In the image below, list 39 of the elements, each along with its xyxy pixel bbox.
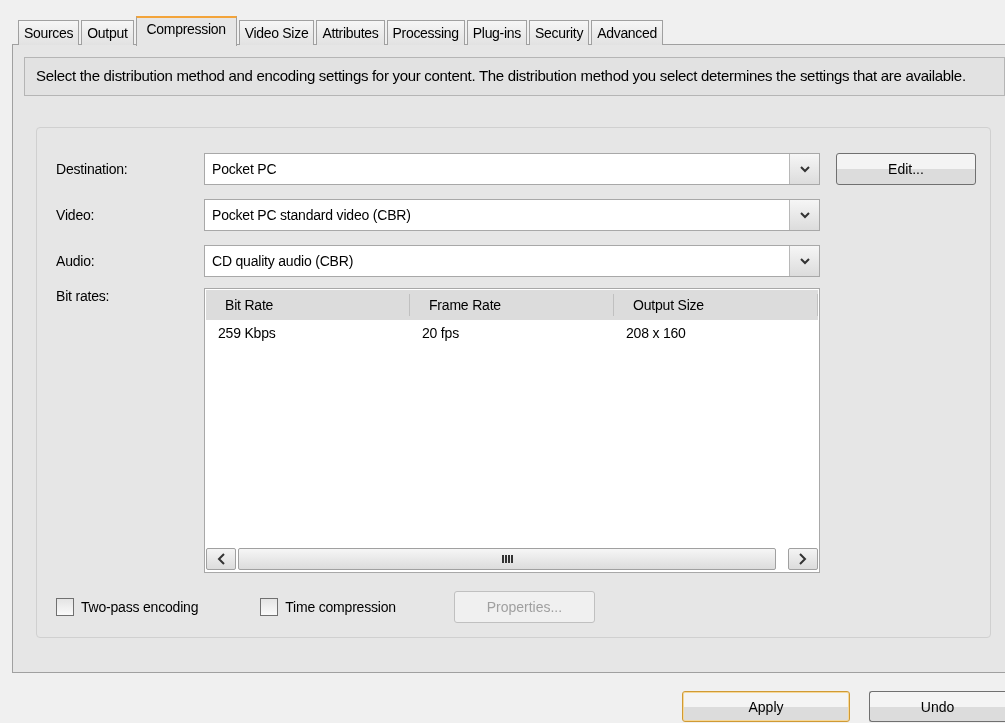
chevron-down-icon <box>798 165 811 173</box>
chevron-right-icon <box>798 552 808 566</box>
dropdown[interactable]: CD quality audio (CBR) <box>204 245 820 277</box>
tab[interactable]: Output <box>81 20 134 45</box>
grip-icon <box>501 554 513 564</box>
column-header[interactable]: Bit Rate <box>206 294 410 316</box>
dropdown[interactable]: Pocket PC <box>204 153 820 185</box>
field-label: Audio: <box>56 253 96 269</box>
tab[interactable]: Plug-ins <box>466 20 527 45</box>
field-label: Destination: <box>56 161 129 177</box>
checkbox-label[interactable]: Two-pass encoding <box>81 599 199 615</box>
checkbox-label[interactable]: Time compression <box>285 599 396 615</box>
chevron-down-icon <box>798 211 811 219</box>
description-text: Select the distribution method and encoding settings for your content. The distribution method you select determines the settings that are available. <box>24 57 1005 96</box>
tab[interactable]: Attributes <box>316 20 385 45</box>
dialog-button[interactable]: Apply <box>682 691 850 722</box>
table-cell-text: 208 x 160 <box>625 325 687 341</box>
tab[interactable]: Advanced <box>591 20 664 45</box>
tab[interactable]: Security <box>528 20 590 45</box>
checkbox[interactable] <box>56 598 74 616</box>
tab[interactable]: Sources <box>18 20 80 45</box>
tab[interactable]: Video Size <box>238 20 315 45</box>
chevron-left-icon <box>216 552 226 566</box>
tab[interactable]: Processing <box>386 20 465 45</box>
dropdown[interactable]: Pocket PC standard video (CBR) <box>204 199 820 231</box>
tab[interactable]: Compression <box>135 16 237 46</box>
field-label: Video: <box>56 207 96 223</box>
table-cell-text: 259 Kbps <box>217 325 277 341</box>
column-header[interactable]: Frame Rate <box>410 294 614 316</box>
scrollbar-thumb[interactable] <box>238 548 776 570</box>
scroll-right-button[interactable] <box>788 548 818 570</box>
chevron-down-icon <box>798 257 811 265</box>
edit-button[interactable]: Edit... <box>836 153 976 185</box>
table-cell-text: 20 fps <box>421 325 460 341</box>
dialog-button[interactable]: Undo <box>869 691 1005 722</box>
checkbox[interactable] <box>260 598 279 616</box>
scroll-left-button[interactable] <box>206 548 236 570</box>
column-header[interactable]: Output Size <box>614 294 818 316</box>
field-label: Bit rates: <box>56 288 111 306</box>
